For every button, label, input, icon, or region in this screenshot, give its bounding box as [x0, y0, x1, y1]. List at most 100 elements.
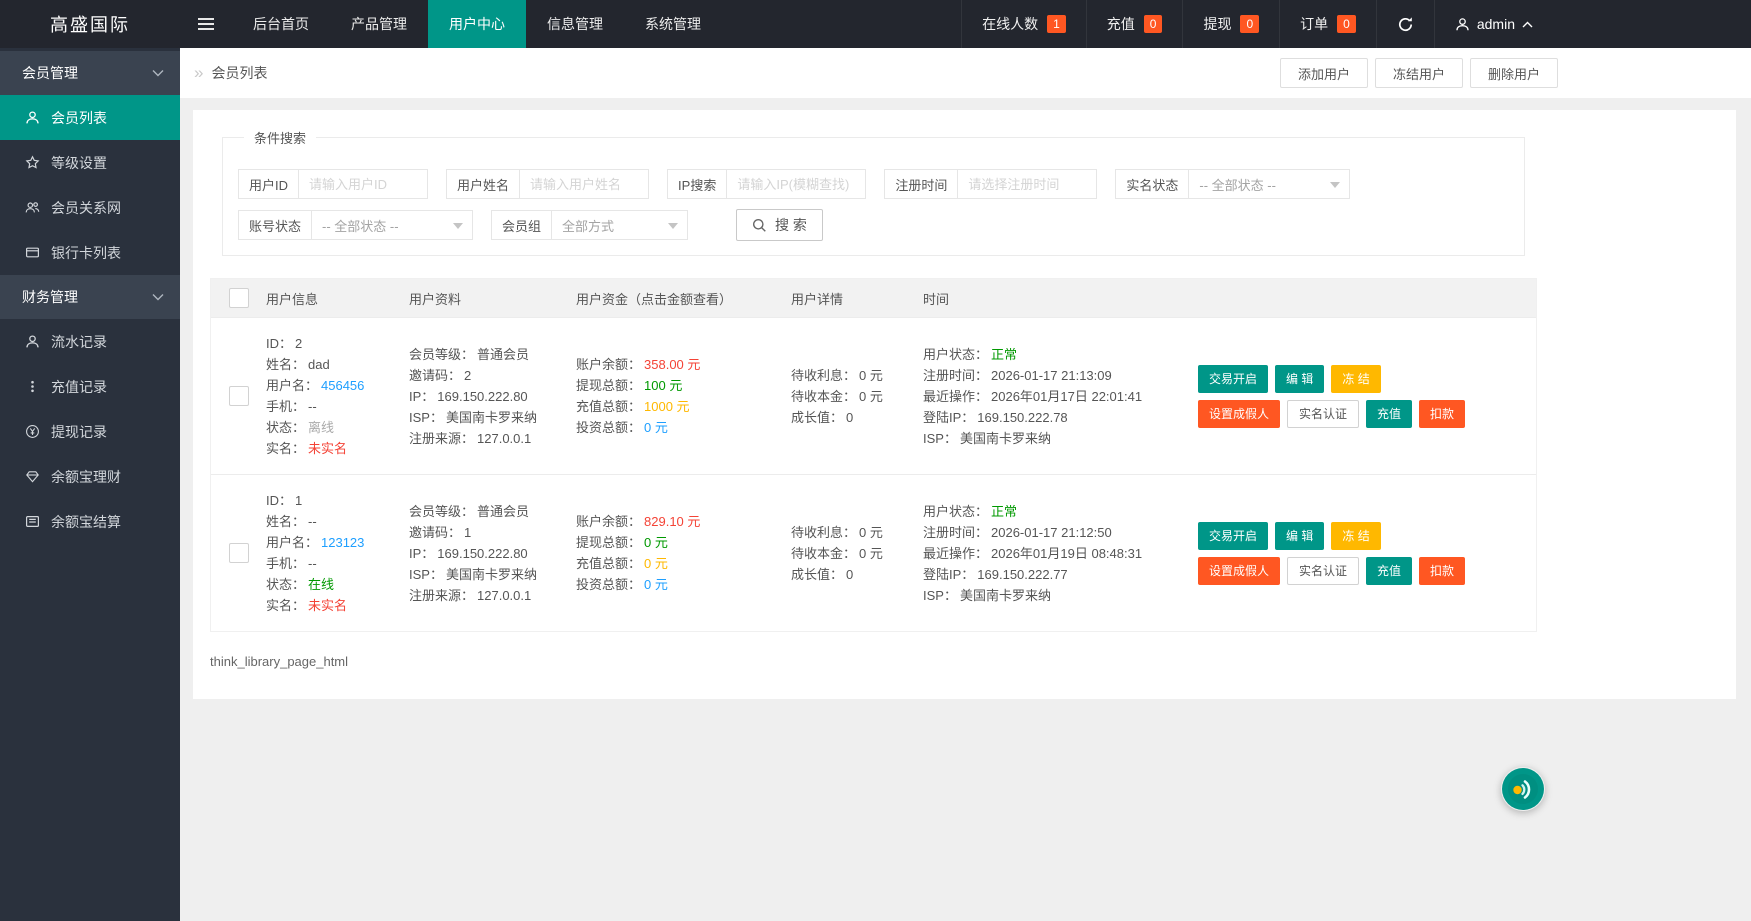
profile-line: ISP：美国南卡罗来纳: [409, 564, 576, 585]
set-fake-button[interactable]: 设置成假人: [1198, 400, 1280, 428]
freeze-user-button[interactable]: 冻结用户: [1375, 58, 1463, 88]
page-actions: 添加用户 冻结用户 删除用户: [1280, 58, 1558, 88]
field-label: 投资总额：: [576, 420, 641, 435]
member-group-select[interactable]: 全部方式: [552, 211, 687, 239]
ip-search-input[interactable]: [727, 170, 865, 198]
realname-status-select[interactable]: -- 全部状态 --: [1189, 170, 1349, 198]
time-line: ISP：美国南卡罗来纳: [923, 585, 1186, 606]
sidebar-group-member-mgmt[interactable]: 会员管理: [0, 51, 180, 95]
invest-total[interactable]: 0 元: [644, 577, 668, 592]
freeze-button[interactable]: 冻 结: [1331, 522, 1380, 550]
sidebar-item-member-network[interactable]: 会员关系网: [0, 185, 180, 230]
username-link[interactable]: 123123: [321, 535, 364, 550]
nav-item-info[interactable]: 信息管理: [526, 0, 624, 48]
column-header-user-profile: 用户资料: [409, 289, 576, 308]
set-fake-button[interactable]: 设置成假人: [1198, 557, 1280, 585]
cell-time: 用户状态：正常 注册时间：2026-01-17 21:13:09 最近操作：20…: [923, 344, 1186, 449]
sidebar-group-finance-mgmt[interactable]: 财务管理: [0, 275, 180, 319]
menu-toggle[interactable]: [180, 0, 232, 48]
sidebar-item-flow-records[interactable]: 流水记录: [0, 319, 180, 364]
nav-item-system[interactable]: 系统管理: [624, 0, 722, 48]
profile-line: 邀请码：2: [409, 365, 576, 386]
field-label: ISP：: [923, 431, 957, 446]
nav-item-products[interactable]: 产品管理: [330, 0, 428, 48]
column-header-user-funds: 用户资金（点击金额查看）: [576, 289, 791, 308]
field-label: IP搜索: [668, 170, 727, 198]
time-line: 登陆IP：169.150.222.77: [923, 564, 1186, 585]
row-checkbox[interactable]: [229, 386, 249, 406]
balance-amount[interactable]: 358.00 元: [644, 357, 700, 372]
register-time-input[interactable]: [958, 170, 1096, 198]
details-line: 待收本金：0 元: [791, 386, 923, 407]
recharge-button[interactable]: 充值: [1366, 400, 1412, 428]
online-status: 在线: [308, 577, 334, 592]
field-label: 注册时间：: [923, 525, 988, 540]
row-checkbox[interactable]: [229, 543, 249, 563]
sidebar-item-bank-cards[interactable]: 银行卡列表: [0, 230, 180, 275]
sidebar-item-label: 余额宝结算: [51, 512, 121, 532]
user-name-input[interactable]: [520, 170, 648, 198]
sidebar-item-yuebao-invest[interactable]: 余额宝理财: [0, 454, 180, 499]
withdraw-total[interactable]: 0 元: [644, 535, 668, 550]
field-label: 实名状态: [1116, 170, 1189, 198]
field-value: 普通会员: [477, 347, 529, 362]
username-link[interactable]: 456456: [321, 378, 364, 393]
field-label: 最近操作：: [923, 389, 988, 404]
field-value: 169.150.222.80: [437, 389, 527, 404]
edit-button[interactable]: 编 辑: [1275, 365, 1324, 393]
user-id-input[interactable]: [299, 170, 427, 198]
funds-line: 充值总额：1000 元: [576, 396, 791, 417]
person-icon: [1455, 17, 1470, 32]
freeze-button[interactable]: 冻 结: [1331, 365, 1380, 393]
recharge-button[interactable]: 充值: [1366, 557, 1412, 585]
user-menu[interactable]: admin: [1434, 0, 1553, 48]
user-icon: [25, 334, 40, 349]
stat-label: 在线人数: [982, 14, 1038, 34]
trade-toggle-button[interactable]: 交易开启: [1198, 365, 1268, 393]
deduct-button[interactable]: 扣款: [1419, 400, 1465, 428]
sidebar-item-level-settings[interactable]: 等级设置: [0, 140, 180, 185]
realname-verify-button[interactable]: 实名认证: [1287, 400, 1359, 428]
field-label: ID：: [266, 336, 292, 351]
field-value: 2026年01月17日 22:01:41: [991, 389, 1142, 404]
sidebar-item-yuebao-settlement[interactable]: 余额宝结算: [0, 499, 180, 544]
sidebar-item-member-list[interactable]: 会员列表: [0, 95, 180, 140]
stat-online-users[interactable]: 在线人数 1: [961, 0, 1086, 48]
user-status: 正常: [991, 504, 1017, 519]
sidebar-item-label: 余额宝理财: [51, 467, 121, 487]
nav-item-home[interactable]: 后台首页: [232, 0, 330, 48]
stat-orders[interactable]: 订单 0: [1279, 0, 1376, 48]
field-label: 注册来源：: [409, 588, 474, 603]
field-value: --: [308, 399, 317, 414]
sound-widget[interactable]: [1501, 767, 1545, 811]
recharge-total[interactable]: 1000 元: [644, 399, 690, 414]
cell-select: [211, 386, 266, 406]
field-user-name: 用户姓名: [446, 169, 649, 199]
deduct-button[interactable]: 扣款: [1419, 557, 1465, 585]
field-label: 账户余额：: [576, 514, 641, 529]
field-label: ISP：: [409, 410, 443, 425]
refresh-button[interactable]: [1376, 0, 1434, 48]
sidebar-item-withdraw-records[interactable]: 提现记录: [0, 409, 180, 454]
stat-recharge[interactable]: 充值 0: [1086, 0, 1183, 48]
add-user-button[interactable]: 添加用户: [1280, 58, 1368, 88]
invest-total[interactable]: 0 元: [644, 420, 668, 435]
balance-amount[interactable]: 829.10 元: [644, 514, 700, 529]
edit-button[interactable]: 编 辑: [1275, 522, 1324, 550]
details-line: 成长值：0: [791, 564, 923, 585]
user-table: 用户信息 用户资料 用户资金（点击金额查看） 用户详情 时间 ID：2 姓名：d…: [210, 278, 1537, 632]
realname-verify-button[interactable]: 实名认证: [1287, 557, 1359, 585]
withdraw-total[interactable]: 100 元: [644, 378, 682, 393]
search-button[interactable]: 搜 索: [736, 209, 823, 241]
field-value: 0 元: [859, 368, 883, 383]
ledger-icon: [25, 514, 40, 529]
select-all-checkbox[interactable]: [229, 288, 249, 308]
account-status-select[interactable]: -- 全部状态 --: [312, 211, 472, 239]
recharge-total[interactable]: 0 元: [644, 556, 668, 571]
trade-toggle-button[interactable]: 交易开启: [1198, 522, 1268, 550]
sidebar: 会员管理 会员列表 等级设置 会员关系网: [0, 48, 180, 921]
nav-item-user-center[interactable]: 用户中心: [428, 0, 526, 48]
stat-withdraw[interactable]: 提现 0: [1182, 0, 1279, 48]
sidebar-item-recharge-records[interactable]: 充值记录: [0, 364, 180, 409]
delete-user-button[interactable]: 删除用户: [1470, 58, 1558, 88]
